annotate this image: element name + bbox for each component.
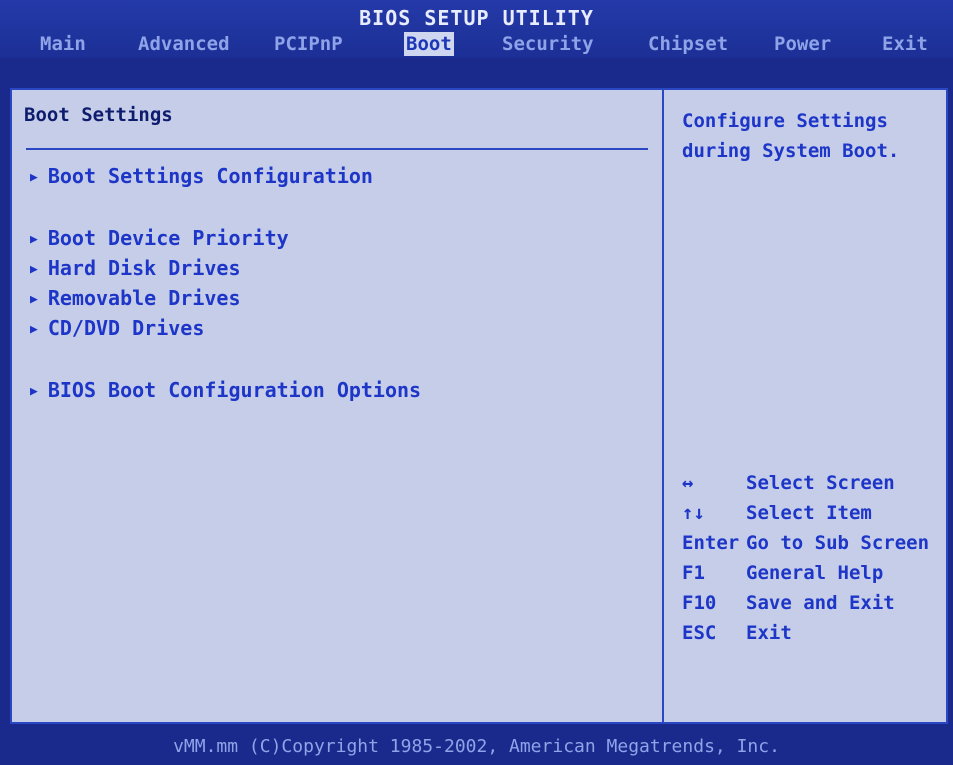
triangle-right-icon: ▶ [30, 322, 38, 337]
key-action: Save and Exit [746, 592, 895, 614]
main-panel: Boot Settings ▶ Boot Settings Configurati… [10, 88, 948, 724]
key-legend-row: F1 General Help [682, 558, 950, 588]
tab-pcipnp[interactable]: PCIPnP [272, 32, 345, 56]
triangle-right-icon: ▶ [30, 232, 38, 247]
copyright-footer: vMM.mm (C)Copyright 1985-2002, American … [173, 736, 780, 757]
help-text: Configure Settings during System Boot. [682, 110, 900, 162]
app-title: BIOS SETUP UTILITY [359, 6, 594, 30]
section-title: Boot Settings [24, 104, 173, 126]
menu-item-label: Hard Disk Drives [47, 256, 241, 280]
menu-bar: Main Advanced PCIPnP Boot Security Chips… [0, 30, 953, 58]
key-legend-row: ↑↓ Select Item [682, 498, 950, 528]
tab-boot[interactable]: Boot [404, 32, 454, 56]
menu-item-label: CD/DVD Drives [47, 316, 205, 340]
menu-item-label: Removable Drives [47, 286, 241, 310]
tab-main[interactable]: Main [38, 32, 88, 56]
triangle-right-icon: ▶ [30, 262, 38, 277]
tab-chipset[interactable]: Chipset [646, 32, 730, 56]
menu-item-bios-boot-configuration-options[interactable]: ▶ BIOS Boot Configuration Options [30, 378, 421, 402]
triangle-right-icon: ▶ [30, 170, 38, 185]
top-bar: BIOS SETUP UTILITY Main Advanced PCIPnP … [0, 0, 953, 58]
menu-item-label: BIOS Boot Configuration Options [47, 378, 422, 402]
tab-power[interactable]: Power [772, 32, 833, 56]
triangle-right-icon: ▶ [30, 384, 38, 399]
menu-item-boot-settings-configuration[interactable]: ▶ Boot Settings Configuration [30, 164, 373, 188]
key-action: Exit [746, 622, 792, 644]
key-name: ↑↓ [682, 502, 705, 524]
triangle-right-icon: ▶ [30, 292, 38, 307]
menu-item-removable-drives[interactable]: ▶ Removable Drives [30, 286, 240, 310]
key-name: ↔ [682, 472, 694, 494]
key-legend-row: Enter Go to Sub Screen [682, 528, 950, 558]
key-name: F10 [682, 592, 717, 614]
key-legend-row: ESC Exit [682, 618, 950, 648]
menu-item-label: Boot Settings Configuration [47, 164, 373, 188]
tab-advanced[interactable]: Advanced [136, 32, 232, 56]
key-legend-row: ↔ Select Screen [682, 468, 950, 498]
panel-divider [662, 90, 664, 722]
menu-item-boot-device-priority[interactable]: ▶ Boot Device Priority [30, 226, 289, 250]
menu-item-label: Boot Device Priority [47, 226, 289, 250]
key-name: ESC [682, 622, 717, 644]
key-action: Select Item [746, 502, 872, 524]
key-name: F1 [682, 562, 705, 584]
key-name: Enter [682, 532, 740, 554]
key-action: General Help [746, 562, 884, 584]
key-legend-row: F10 Save and Exit [682, 588, 950, 618]
key-action: Go to Sub Screen [746, 532, 930, 554]
menu-item-hard-disk-drives[interactable]: ▶ Hard Disk Drives [30, 256, 240, 280]
section-divider [26, 148, 648, 150]
key-legend: ↔ Select Screen ↑↓ Select Item Enter Go to … [682, 468, 950, 648]
key-action: Select Screen [746, 472, 895, 494]
tab-exit[interactable]: Exit [880, 32, 930, 56]
menu-item-cd-dvd-drives[interactable]: ▶ CD/DVD Drives [30, 316, 204, 340]
tab-security[interactable]: Security [500, 32, 596, 56]
